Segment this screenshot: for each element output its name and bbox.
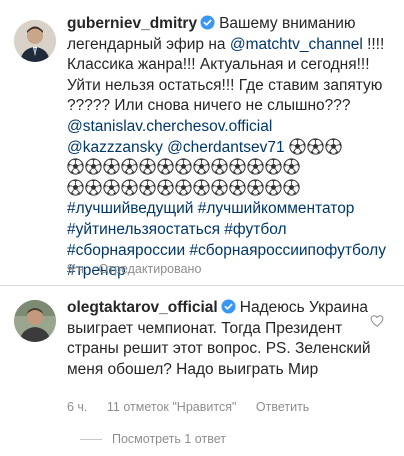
commenter-avatar-image (14, 300, 56, 342)
soccer-ball-icon (121, 158, 138, 175)
mention-kazzzansky[interactable]: @kazzzansky (67, 139, 163, 156)
soccer-ball-icon (85, 179, 102, 196)
replies-line (80, 439, 102, 441)
soccer-ball-icon (139, 179, 156, 196)
soccer-ball-icon (211, 179, 228, 196)
post-meta: 9 ч. · Отредактировано (67, 262, 201, 276)
soccer-ball-icon (85, 158, 102, 175)
meta-separator: · (90, 262, 96, 276)
reply-button[interactable]: Ответить (256, 400, 309, 414)
soccer-ball-icon (247, 158, 264, 175)
commenter-avatar[interactable] (14, 300, 56, 342)
verified-badge-icon (221, 299, 236, 314)
soccer-ball-icon (193, 179, 210, 196)
soccer-ball-icon (175, 158, 192, 175)
soccer-ball-icon (229, 179, 246, 196)
soccer-ball-icon (67, 179, 84, 196)
soccer-ball-icon (247, 179, 264, 196)
mention-cherchesov[interactable]: @stanislav.cherchesov.official (67, 118, 272, 135)
author-avatar[interactable] (14, 20, 56, 62)
comment-time: 6 ч. (67, 400, 88, 414)
soccer-ball-icon (121, 179, 138, 196)
soccer-ball-icon (307, 137, 324, 155)
hashtags-line-3[interactable]: #сборнаяроссии #сборнаяроссиипофутболу (67, 242, 386, 259)
soccer-ball-icon (289, 137, 306, 155)
soccer-ball-icon (325, 137, 342, 155)
soccer-ball-icon (103, 158, 120, 175)
soccer-balls-row-2 (67, 158, 301, 176)
mention-matchtv[interactable]: @matchtv_channel (230, 36, 363, 53)
soccer-ball-icon (211, 158, 228, 175)
soccer-ball-icon (193, 158, 210, 175)
view-replies-label: Посмотреть 1 ответ (112, 432, 226, 446)
post-caption: guberniev_dmitry Вашему вниманию легендар… (67, 14, 401, 282)
post-time: 9 ч. (67, 262, 88, 276)
soccer-ball-icon (103, 179, 120, 196)
soccer-balls-row-1 (289, 137, 343, 156)
post-username[interactable]: guberniev_dmitry (67, 15, 197, 32)
comment-meta: 6 ч. 11 отметок "Нравится" Ответить (67, 400, 387, 414)
mention-cherdantsev[interactable]: @cherdantsev71 (167, 139, 284, 156)
soccer-ball-icon (265, 158, 282, 175)
soccer-ball-icon (67, 158, 84, 175)
comment-likes[interactable]: 11 отметок "Нравится" (107, 400, 237, 414)
view-replies-button[interactable]: Посмотреть 1 ответ (80, 432, 226, 446)
soccer-ball-icon (229, 158, 246, 175)
comment: olegtaktarov_official Надеюсь Украина выи… (67, 298, 377, 380)
author-avatar-image (14, 20, 56, 62)
hashtags-line-1[interactable]: #лучшийведущий #лучшийкомментатор (67, 200, 354, 217)
soccer-ball-icon (157, 158, 174, 175)
hashtags-line-2[interactable]: #уйтинельзяостаться #футбол (67, 221, 287, 238)
post-edited-label: Отредактировано (98, 262, 202, 276)
soccer-ball-icon (157, 179, 174, 196)
soccer-balls-row-3 (67, 179, 301, 197)
divider (0, 285, 404, 286)
comment-username[interactable]: olegtaktarov_official (67, 299, 218, 316)
soccer-ball-icon (283, 158, 300, 175)
verified-badge-icon (200, 15, 215, 30)
soccer-ball-icon (265, 179, 282, 196)
soccer-ball-icon (139, 158, 156, 175)
like-heart-icon[interactable] (370, 314, 384, 328)
soccer-ball-icon (283, 179, 300, 196)
soccer-ball-icon (175, 179, 192, 196)
